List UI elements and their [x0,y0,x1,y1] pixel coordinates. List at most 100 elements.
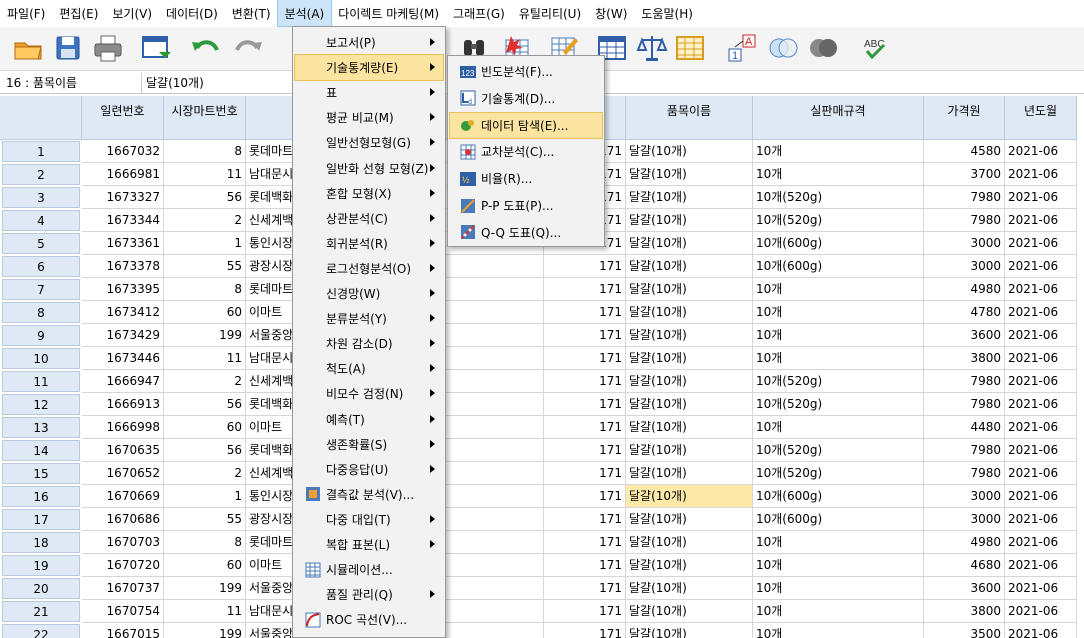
row-header[interactable]: 22 [2,624,80,638]
cell-code[interactable]: 171 [544,416,626,439]
cell-price[interactable]: 7980 [924,186,1005,209]
cell-item[interactable]: 달걀(10개) [626,301,753,324]
menu-2[interactable]: 편집(E) [52,0,105,26]
cell-id[interactable]: 1673395 [82,278,164,301]
menu-3[interactable]: 보기(V) [105,0,159,26]
cell-item[interactable]: 달걀(10개) [626,347,753,370]
cell-price[interactable]: 3000 [924,232,1005,255]
cell-spec[interactable]: 10개(520g) [753,439,924,462]
cell-ym[interactable]: 2021-06 [1005,462,1077,485]
cell-code[interactable]: 171 [544,393,626,416]
cell-price[interactable]: 7980 [924,209,1005,232]
analyze-menu-item-16[interactable]: 예측(T) [295,407,443,432]
cell-price[interactable]: 3800 [924,600,1005,623]
use-sets-icon[interactable] [768,33,800,63]
cell-ym[interactable]: 2021-06 [1005,439,1077,462]
cell-spec[interactable]: 10개 [753,278,924,301]
cell-ym[interactable]: 2021-06 [1005,370,1077,393]
cell-id[interactable]: 1667032 [82,140,164,163]
cell-item[interactable]: 달걀(10개) [626,508,753,531]
select-cases-icon[interactable] [674,33,706,63]
cell-ym[interactable]: 2021-06 [1005,163,1077,186]
cell-code[interactable]: 171 [544,370,626,393]
cell-spec[interactable]: 10개 [753,163,924,186]
column-header[interactable]: 품목이름 [626,96,753,140]
cell-code[interactable]: 171 [544,485,626,508]
menu-1[interactable]: 파일(F) [0,0,52,26]
cell-code[interactable]: 171 [544,255,626,278]
cell-ym[interactable]: 2021-06 [1005,278,1077,301]
cell-id[interactable]: 1673361 [82,232,164,255]
cell-ym[interactable]: 2021-06 [1005,416,1077,439]
cell-mk[interactable]: 1 [164,232,246,255]
cell-spec[interactable]: 10개 [753,301,924,324]
cell-id[interactable]: 1673412 [82,301,164,324]
cell-ym[interactable]: 2021-06 [1005,301,1077,324]
row-header[interactable]: 21 [2,601,80,622]
cell-id[interactable]: 1666981 [82,163,164,186]
cell-ym[interactable]: 2021-06 [1005,347,1077,370]
menu-10[interactable]: 창(W) [588,0,634,26]
cell-mk[interactable]: 55 [164,255,246,278]
analyze-menu-item-12[interactable]: 분류분석(Y) [295,306,443,331]
cell-mk[interactable]: 2 [164,462,246,485]
cell-item[interactable]: 달걀(10개) [626,255,753,278]
cell-code[interactable]: 171 [544,324,626,347]
menu-8[interactable]: 그래프(G) [446,0,512,26]
cell-spec[interactable]: 10개 [753,347,924,370]
cell-id[interactable]: 1670652 [82,462,164,485]
cell-ym[interactable]: 2021-06 [1005,600,1077,623]
column-header[interactable]: 년도월 [1005,96,1077,140]
row-header[interactable]: 4 [2,210,80,231]
analyze-menu-item-4[interactable]: 평균 비교(M) [295,105,443,130]
cell-spec[interactable]: 10개 [753,140,924,163]
row-header[interactable]: 14 [2,440,80,461]
cell-ym[interactable]: 2021-06 [1005,531,1077,554]
menu-6[interactable]: 분석(A) [276,0,333,27]
cell-code[interactable]: 171 [544,439,626,462]
row-header[interactable]: 8 [2,302,80,323]
cell-price[interactable]: 3000 [924,485,1005,508]
row-header[interactable]: 9 [2,325,80,346]
analyze-menu-item-7[interactable]: 혼합 모형(X) [295,181,443,206]
analyze-menu-item-22[interactable]: 시뮬레이션... [295,557,443,582]
cell-mk[interactable]: 8 [164,140,246,163]
cell-price[interactable]: 4480 [924,416,1005,439]
cell-mk[interactable]: 11 [164,600,246,623]
cell-mk[interactable]: 56 [164,393,246,416]
cell-mk[interactable]: 60 [164,554,246,577]
cell-spec[interactable]: 10개 [753,416,924,439]
cell-ym[interactable]: 2021-06 [1005,508,1077,531]
cell-spec[interactable]: 10개 [753,623,924,638]
row-header[interactable]: 1 [2,141,80,162]
cell-item[interactable]: 달걀(10개) [626,623,753,638]
cell-price[interactable]: 7980 [924,370,1005,393]
column-header[interactable]: 시장마트번호 [164,96,246,140]
cell-id[interactable]: 1670635 [82,439,164,462]
cell-price[interactable]: 3500 [924,623,1005,638]
cell-item[interactable]: 달걀(10개) [626,577,753,600]
analyze-menu-item-6[interactable]: 일반화 선형 모형(Z) [295,156,443,181]
cell-mk[interactable]: 60 [164,416,246,439]
cell-price[interactable]: 3000 [924,508,1005,531]
row-header[interactable]: 10 [2,348,80,369]
analyze-menu-item-19[interactable]: 결측값 분석(V)... [295,482,443,507]
row-header[interactable]: 15 [2,463,80,484]
cell-price[interactable]: 7980 [924,439,1005,462]
cell-value-input[interactable]: 달걀(10개) [146,73,204,93]
cell-mk[interactable]: 199 [164,577,246,600]
save-icon[interactable] [52,33,84,63]
print-icon[interactable] [92,33,124,63]
row-header[interactable]: 3 [2,187,80,208]
analyze-menu-item-14[interactable]: 척도(A) [295,356,443,381]
cell-code[interactable]: 171 [544,301,626,324]
analyze-menu-item-18[interactable]: 다중응답(U) [295,457,443,482]
cell-price[interactable]: 3600 [924,577,1005,600]
descriptive-menu-item-1[interactable]: 123 빈도분석(F)... [450,59,602,84]
descriptive-menu-item-7[interactable]: Q-Q 도표(Q)... [450,220,602,245]
cell-ym[interactable]: 2021-06 [1005,209,1077,232]
analyze-menu-item-23[interactable]: 품질 관리(Q) [295,582,443,607]
cell-code[interactable]: 171 [544,623,626,638]
cell-spec[interactable]: 10개(520g) [753,393,924,416]
cell-item[interactable]: 달걀(10개) [626,416,753,439]
